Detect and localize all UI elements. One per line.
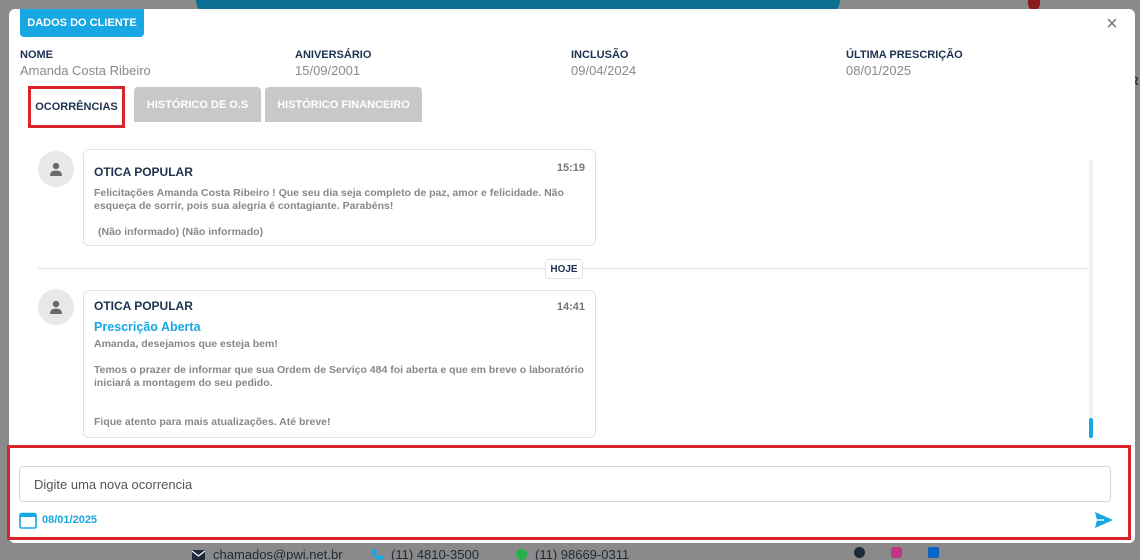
message-text: Amanda, desejamos que esteja bem!	[94, 338, 278, 350]
tab-ocorrencias[interactable]: OCORRÊNCIAS	[28, 86, 125, 128]
user-icon	[50, 162, 62, 176]
message-sender: OTICA POPULAR	[94, 165, 193, 179]
footer-whatsapp: (11) 98669-0311	[516, 547, 629, 560]
footer-social	[854, 547, 939, 558]
message-footer: (Não informado) (Não informado)	[98, 226, 264, 238]
calendar-icon[interactable]	[19, 511, 37, 529]
info-name-value: Amanda Costa Ribeiro	[20, 63, 151, 78]
message-title: Prescrição Aberta	[94, 320, 201, 334]
message-time: 15:19	[556, 162, 585, 174]
tab-historico-os[interactable]: HISTÓRICO DE O.S	[134, 87, 261, 122]
info-name: NOME Amanda Costa Ribeiro	[20, 49, 151, 78]
footer-email: chamados@pwi.net.br	[192, 547, 343, 560]
whatsapp-icon	[516, 549, 527, 560]
occurrence-date: 08/01/2025	[42, 514, 98, 526]
info-last-prescription: ÚLTIMA PRESCRIÇÃO 08/01/2025	[846, 49, 963, 78]
linkedin-icon[interactable]	[928, 547, 939, 558]
facebook-icon[interactable]	[854, 547, 865, 558]
message-text-2: Temos o prazer de informar que sua Ordem…	[94, 364, 584, 389]
new-occurrence-composer: 08/01/2025	[7, 445, 1131, 540]
mail-icon	[192, 549, 205, 560]
background-footer: chamados@pwi.net.br (11) 4810-3500 (11) …	[0, 543, 1140, 560]
close-icon[interactable]: ×	[1103, 14, 1121, 34]
occurrence-feed: OTICA POPULAR 15:19 Felicitações Amanda …	[9, 149, 1099, 444]
message-card: OTICA POPULAR 14:41 Prescrição Aberta Am…	[83, 290, 596, 438]
footer-whatsapp-text: (11) 98669-0311	[535, 547, 630, 560]
footer-phone-text: (11) 4810-3500	[391, 547, 479, 560]
client-data-modal: DADOS DO CLIENTE × NOME Amanda Costa Rib…	[7, 9, 1135, 543]
instagram-icon[interactable]	[891, 547, 902, 558]
message-time: 14:41	[556, 301, 585, 313]
new-occurrence-input[interactable]	[19, 466, 1111, 502]
footer-phone: (11) 4810-3500	[372, 547, 479, 560]
message-sender: OTICA POPULAR	[94, 299, 193, 313]
avatar	[38, 151, 74, 187]
message-text: Felicitações Amanda Costa Ribeiro ! Que …	[94, 187, 564, 212]
info-birthday-value: 15/09/2001	[295, 63, 361, 78]
user-icon	[50, 300, 62, 314]
client-data-tag[interactable]: DADOS DO CLIENTE	[20, 9, 144, 37]
info-inclusion-value: 09/04/2024	[571, 63, 637, 78]
info-last-prescription-label: ÚLTIMA PRESCRIÇÃO	[846, 49, 963, 61]
message-card: OTICA POPULAR 15:19 Felicitações Amanda …	[83, 149, 596, 246]
info-inclusion: INCLUSÃO 09/04/2024	[571, 49, 636, 78]
phone-icon	[372, 549, 383, 560]
info-last-prescription-value: 08/01/2025	[846, 63, 912, 78]
footer-email-text: chamados@pwi.net.br	[213, 547, 343, 560]
info-birthday-label: ANIVERSÁRIO	[295, 49, 372, 61]
send-icon[interactable]	[1094, 511, 1114, 529]
info-name-label: NOME	[20, 49, 53, 61]
info-inclusion-label: INCLUSÃO	[571, 49, 629, 61]
day-divider-label: HOJE	[545, 259, 583, 279]
date-picker[interactable]: 08/01/2025	[19, 511, 97, 529]
tab-historico-financeiro[interactable]: HISTÓRICO FINANCEIRO	[265, 87, 422, 122]
info-birthday: ANIVERSÁRIO 15/09/2001	[295, 49, 371, 78]
message-text-3: Fique atento para mais atualizações. Até…	[94, 416, 331, 428]
avatar	[38, 289, 74, 325]
